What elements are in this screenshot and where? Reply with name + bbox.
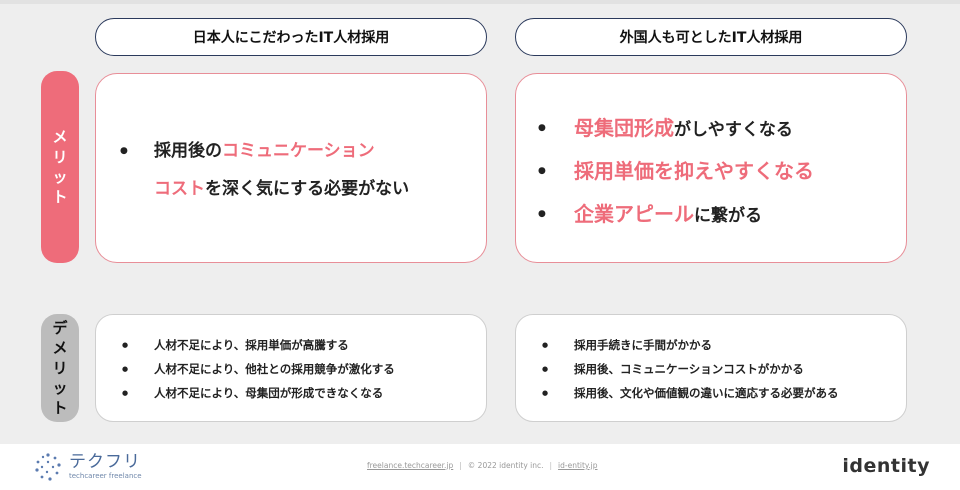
text: に繋がる <box>694 206 762 226</box>
demerit-card-left: 人材不足により、採用単価が高騰する 人材不足により、他社との採用競争が激化する … <box>95 314 487 422</box>
merit-list-right: 母集団形成がしやすくなる 採用単価を抑えやすくなる 企業アピールに繋がる <box>538 108 898 237</box>
list-item: 人材不足により、採用単価が高騰する <box>122 333 482 357</box>
header-japanese-hiring: 日本人にこだわったIT人材採用 <box>95 18 487 56</box>
merit-label-char: ッ <box>52 168 68 186</box>
header-foreign-hiring: 外国人も可としたIT人材採用 <box>515 18 907 56</box>
demerit-list-left: 人材不足により、採用単価が高騰する 人材不足により、他社との採用競争が激化する … <box>122 333 482 405</box>
demerit-label: デ メ リ ッ ト <box>41 314 79 422</box>
footer-links: freelance.techcareer.jp | © 2022 identity … <box>367 461 598 470</box>
demerit-label-char: メ <box>52 339 68 357</box>
merit-label-char: リ <box>52 148 68 166</box>
techfuri-logo[interactable]: テクフリ techcareer freelance <box>33 452 142 482</box>
list-item: 人材不足により、他社との採用競争が激化する <box>122 357 482 381</box>
identity-link[interactable]: id-entity.jp <box>558 461 597 470</box>
merit-label-char: ト <box>52 188 68 206</box>
demerit-label-char: ッ <box>52 379 68 397</box>
text: 採用後の <box>154 141 222 161</box>
logo-sub-text: techcareer freelance <box>69 472 142 480</box>
techcareer-link[interactable]: freelance.techcareer.jp <box>367 461 453 470</box>
merit-label: メ リ ッ ト <box>41 71 79 263</box>
highlight-text: 企業アピール <box>574 202 694 226</box>
highlight-text: コミュニケーション <box>222 141 375 161</box>
list-item: 企業アピールに繋がる <box>538 194 898 237</box>
logo-text: テクフリ techcareer freelance <box>69 453 142 481</box>
list-item: 採用手続きに手間がかかる <box>542 333 902 357</box>
demerit-label-char: デ <box>52 319 68 337</box>
highlight-text: 採用単価を抑えやすくなる <box>574 159 814 183</box>
separator: | <box>459 461 462 470</box>
list-item: 採用後、文化や価値観の違いに適応する必要がある <box>542 381 902 405</box>
text: がしやすくなる <box>674 120 793 140</box>
copyright-text: © 2022 identity inc. <box>467 461 544 470</box>
demerit-label-char: ト <box>52 399 68 417</box>
separator: | <box>549 461 553 470</box>
list-item: 母集団形成がしやすくなる <box>538 108 898 151</box>
text: を深く気にする必要がない <box>205 179 410 199</box>
identity-brand-logo: identity <box>842 455 930 477</box>
merit-card-right: 母集団形成がしやすくなる 採用単価を抑えやすくなる 企業アピールに繋がる <box>515 73 907 263</box>
top-bar <box>0 0 960 4</box>
merit-list-left: 採用後のコミュニケーション コストを深く気にする必要がない <box>120 132 480 208</box>
highlight-text: コスト <box>154 179 205 199</box>
list-item: 採用単価を抑えやすくなる <box>538 151 898 194</box>
demerit-label-char: リ <box>52 359 68 377</box>
list-item-continuation: コストを深く気にする必要がない <box>154 170 480 208</box>
demerit-card-right: 採用手続きに手間がかかる 採用後、コミュニケーションコストがかかる 採用後、文化… <box>515 314 907 422</box>
demerit-list-right: 採用手続きに手間がかかる 採用後、コミュニケーションコストがかかる 採用後、文化… <box>542 333 902 405</box>
logo-main-text: テクフリ <box>69 452 141 472</box>
highlight-text: 母集団形成 <box>574 116 674 140</box>
list-item: 採用後のコミュニケーション コストを深く気にする必要がない <box>120 132 480 208</box>
dots-logo-icon <box>35 453 61 481</box>
list-item: 採用後、コミュニケーションコストがかかる <box>542 357 902 381</box>
merit-card-left: 採用後のコミュニケーション コストを深く気にする必要がない <box>95 73 487 263</box>
merit-label-char: メ <box>52 128 68 146</box>
list-item: 人材不足により、母集団が形成できなくなる <box>122 381 482 405</box>
